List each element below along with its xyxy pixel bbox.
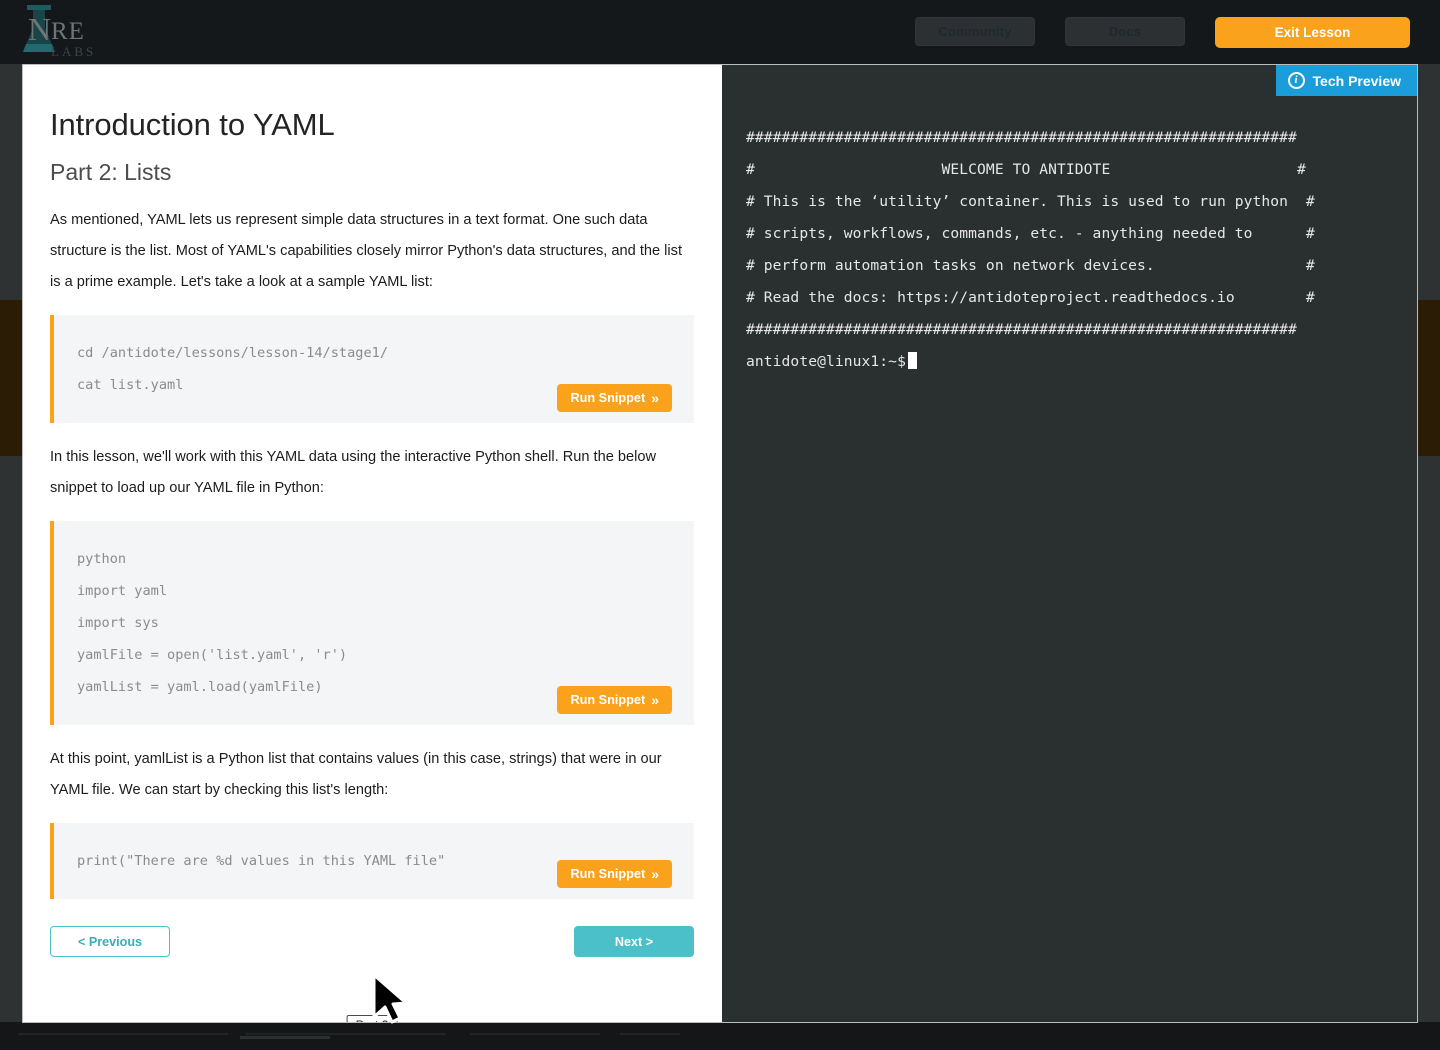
- code-snippet-3: print("There are %d values in this YAML …: [50, 822, 694, 899]
- terminal-line: # perform automation tasks on network de…: [746, 257, 1315, 274]
- lesson-pane: Introduction to YAML Part 2: Lists As me…: [23, 65, 722, 1022]
- run-snippet-button-2[interactable]: Run Snippet »: [557, 685, 672, 714]
- lesson-paragraph-1: As mentioned, YAML lets us represent sim…: [50, 211, 682, 290]
- lesson-modal: Introduction to YAML Part 2: Lists As me…: [22, 64, 1418, 1023]
- lesson-navigation: < Previous Next >: [50, 926, 694, 966]
- slider-tooltip: Part 2: [346, 1015, 398, 1022]
- code-snippet-2-text: python import yaml import sys yamlFile =…: [77, 550, 348, 695]
- lesson-paragraph-2: In this lesson, we'll work with this YAM…: [50, 448, 657, 496]
- terminal-line: # This is the ‘utility’ container. This …: [746, 193, 1315, 210]
- nre-labs-logo[interactable]: N RE LABS: [14, 2, 134, 62]
- lesson-paragraph-3: At this point, yamlList is a Python list…: [50, 750, 662, 798]
- double-chevron-right-icon: »: [651, 389, 659, 406]
- tech-preview-badge[interactable]: i Tech Preview: [1275, 65, 1417, 96]
- run-snippet-button-3[interactable]: Run Snippet »: [557, 859, 672, 888]
- info-icon: i: [1287, 72, 1305, 89]
- terminal-output[interactable]: ########################################…: [746, 122, 1407, 378]
- nav-community-button[interactable]: Community: [915, 17, 1035, 46]
- terminal-pane[interactable]: i Tech Preview #########################…: [722, 65, 1417, 1022]
- svg-text:LABS: LABS: [51, 44, 96, 59]
- app-root: N RE LABS Community Docs Exit Lesson Int…: [0, 0, 1440, 1050]
- svg-text:N: N: [28, 11, 51, 47]
- page-title: Introduction to YAML: [50, 107, 335, 142]
- run-snippet-label-1: Run Snippet: [570, 390, 646, 405]
- next-button[interactable]: Next >: [574, 926, 694, 957]
- terminal-line: # WELCOME TO ANTIDOTE #: [746, 161, 1306, 178]
- exit-lesson-button[interactable]: Exit Lesson: [1215, 17, 1410, 48]
- footer-placeholder-line-5: [240, 1036, 330, 1039]
- footer-placeholder-line-4: [620, 1033, 680, 1035]
- footer-placeholder-line-1: [18, 1033, 228, 1035]
- terminal-line: # scripts, workflows, commands, etc. - a…: [746, 225, 1315, 242]
- code-snippet-2: python import yaml import sys yamlFile =…: [50, 520, 694, 725]
- footer-placeholder-line-2: [246, 1033, 446, 1035]
- previous-button[interactable]: < Previous: [50, 926, 170, 957]
- background-footer: [0, 1022, 1440, 1050]
- run-snippet-button-1[interactable]: Run Snippet »: [557, 383, 672, 412]
- run-snippet-label-2: Run Snippet: [570, 692, 646, 707]
- run-snippet-label-3: Run Snippet: [570, 866, 646, 881]
- tech-preview-label: Tech Preview: [1312, 72, 1401, 89]
- terminal-caret: [907, 352, 917, 369]
- double-chevron-right-icon: »: [651, 691, 659, 708]
- terminal-line: # Read the docs: https://antidoteproject…: [746, 289, 1315, 306]
- svg-text:RE: RE: [51, 18, 85, 45]
- top-bar: N RE LABS Community Docs Exit Lesson: [0, 0, 1440, 64]
- footer-placeholder-line-3: [470, 1033, 600, 1035]
- code-snippet-1: cd /antidote/lessons/lesson-14/stage1/ c…: [50, 314, 694, 423]
- double-chevron-right-icon: »: [651, 865, 659, 882]
- terminal-line: ########################################…: [746, 321, 1297, 338]
- nav-docs-button[interactable]: Docs: [1065, 17, 1185, 46]
- lesson-subtitle: Part 2: Lists: [50, 158, 172, 185]
- terminal-prompt: antidote@linux1:~$: [746, 346, 1407, 378]
- terminal-line: ########################################…: [746, 129, 1297, 146]
